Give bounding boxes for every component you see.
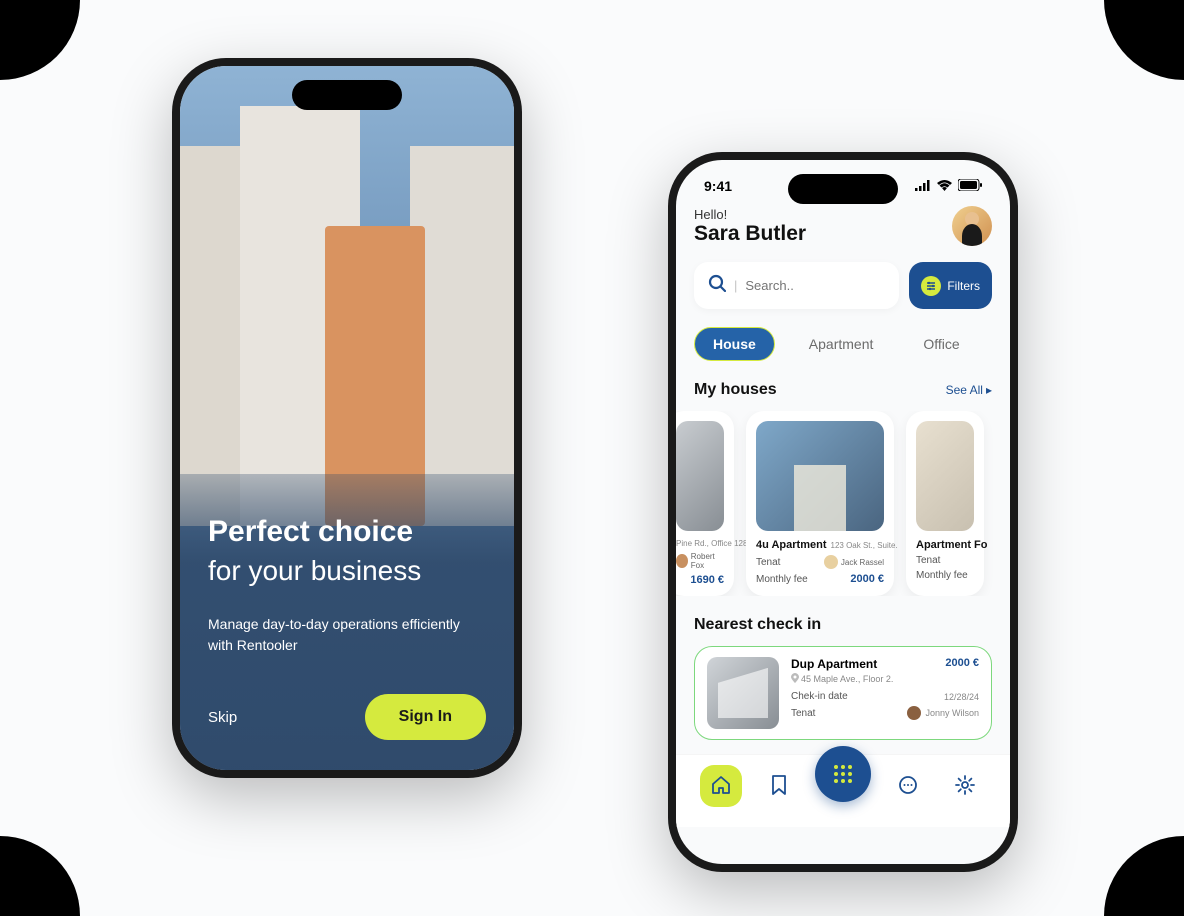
pin-icon [791,673,799,685]
nav-bookmark-button[interactable] [758,765,800,807]
signal-icon [915,178,931,194]
skip-button[interactable]: Skip [208,709,237,726]
tenant-name: Jack Rassel [841,558,884,567]
tenant-name: Robert Fox [691,552,724,570]
checkin-date: 12/28/24 [944,692,979,702]
greeting-name: Sara Butler [694,222,806,246]
checkin-address: 45 Maple Ave., Floor 2. [801,674,893,684]
notch [788,174,898,204]
grid-icon [834,765,852,783]
house-card[interactable]: 4u Apartment 123 Oak St., Suite. Tenat J… [746,411,894,596]
home-icon [710,774,732,799]
tab-house[interactable]: House [694,327,775,361]
status-time: 9:41 [704,178,732,194]
chat-icon [897,774,919,799]
checkin-price: 2000 € [945,657,979,671]
house-image [756,421,884,531]
tenant-avatar [824,555,838,569]
card-price: 2000 € [850,573,884,585]
house-image [916,421,974,531]
nav-fab-button[interactable] [815,746,871,802]
tab-office[interactable]: Office [907,328,975,360]
checkin-image [707,657,779,729]
checkin-date-label: Chek-in date [791,691,848,702]
tenant-label: Tenat [756,557,780,568]
phone-onboarding: Perfect choice for your business Manage … [172,58,522,778]
card-price: 1690 € [676,574,724,586]
checkin-name: Dup Apartment [791,657,877,671]
card-address: 123 Oak St., Suite. [831,541,898,550]
onboarding-title: Perfect choice [208,514,486,550]
card-name: Apartment Fo [916,539,974,551]
see-all-link[interactable]: See All ▸ [946,383,992,397]
chevron-right-icon: ▸ [986,383,992,397]
nav-home-button[interactable] [700,765,742,807]
onboarding-subtitle: for your business [208,554,486,588]
phone-home: 9:41 Hello! Sara Butler [668,152,1018,872]
my-houses-title: My houses [694,381,777,399]
filters-button[interactable]: Filters [909,262,992,309]
tenant-avatar [907,706,921,720]
filters-label: Filters [947,279,980,293]
houses-carousel[interactable]: Pine Rd., Office 128. Robert Fox 1690 € … [676,411,1010,596]
tenant-label: Tenat [916,555,974,566]
battery-icon [958,178,982,194]
search-input[interactable] [745,278,885,293]
nearest-checkin-title: Nearest check in [694,616,992,634]
checkin-card[interactable]: Dup Apartment 2000 € 45 Maple Ave., Floo… [694,646,992,740]
house-image [676,421,724,531]
card-address: Pine Rd., Office 128. [676,539,724,548]
onboarding-description: Manage day-to-day operations efficiently… [208,614,486,656]
fee-label: Monthly fee [916,570,974,581]
signin-button[interactable]: Sign In [365,694,486,740]
checkin-tenant-label: Tenat [791,708,815,719]
bookmark-icon [769,774,789,799]
user-avatar[interactable] [952,206,992,246]
notch [292,80,402,110]
fee-label: Monthly fee [756,574,808,585]
checkin-tenant-name: Jonny Wilson [925,708,979,718]
card-name: 4u Apartment [756,539,827,551]
search-icon [708,274,726,297]
wifi-icon [937,178,952,194]
search-box[interactable]: | [694,262,899,309]
tab-apartment[interactable]: Apartment [793,328,890,360]
nav-settings-button[interactable] [944,765,986,807]
greeting-hello: Hello! [694,207,806,222]
tenant-avatar [676,554,688,568]
nav-chat-button[interactable] [887,765,929,807]
bottom-nav [676,754,1010,827]
house-card[interactable]: Apartment Fo Tenat Monthly fee [906,411,984,596]
house-card[interactable]: Pine Rd., Office 128. Robert Fox 1690 € [676,411,734,596]
gear-icon [954,774,976,799]
filter-icon [921,276,941,296]
